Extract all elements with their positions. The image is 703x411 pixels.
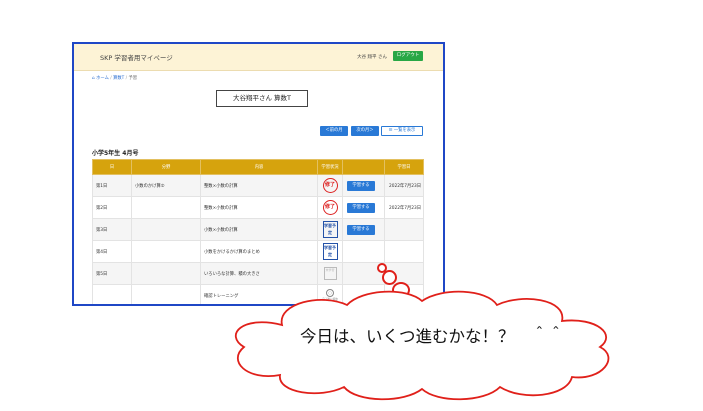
cell-content: いろいろな計算、積の大きさ — [200, 262, 318, 285]
header-date: 学習日 — [384, 159, 424, 175]
learn-button[interactable]: 学習する — [347, 180, 375, 191]
cell-action — [342, 240, 385, 263]
header-content: 内容 — [200, 159, 318, 175]
table-row: 第3日 小数×小数の計算 学習予定 学習する — [92, 218, 424, 241]
not-started-stamp-icon: 未学習 — [323, 267, 337, 280]
logout-button[interactable]: ログアウト — [393, 51, 423, 61]
cell-day: 第4日 — [92, 240, 132, 263]
planned-stamp-icon: 学習予定 — [322, 221, 338, 238]
header-status: 学習状況 — [317, 159, 343, 175]
completed-stamp-icon: 修了 — [322, 178, 338, 193]
cell-day: 第2日 — [92, 196, 132, 219]
planned-stamp-icon: 学習予定 — [322, 243, 338, 260]
cell-unit — [131, 196, 201, 219]
cell-unit — [131, 262, 201, 285]
app-title: SKP 学習者用マイページ — [100, 54, 173, 62]
cell-unit — [131, 218, 201, 241]
header-unit: 分野 — [131, 159, 201, 175]
table-row: 第4日 小数をかけるかけ算のまとめ 学習予定 — [92, 240, 424, 263]
cell-unit: 小数のかけ算② — [131, 174, 201, 197]
breadcrumb: ⌂ ホーム / 算数T / 予習 — [92, 75, 137, 81]
breadcrumb-separator: / — [125, 76, 128, 81]
cell-day: 第1日 — [92, 174, 132, 197]
learn-button[interactable]: 学習する — [347, 224, 375, 235]
learn-button[interactable]: 学習する — [347, 202, 375, 213]
cell-day: 第5日 — [92, 262, 132, 285]
cell-unit — [131, 240, 201, 263]
cell-content: 整数×小数の計算 — [200, 196, 318, 219]
completed-stamp-icon: 修了 — [322, 200, 338, 215]
bubble-message: 今日は、いくつ進むかな！？ ＾＾ — [300, 327, 564, 346]
schedule-table: 日 分野 内容 学習状況 学習日 第1日 小数のかけ算② 整数×小数の計算 修了… — [92, 159, 424, 304]
cell-day: 第3日 — [92, 218, 132, 241]
cell-content: 整数×小数の計算 — [200, 174, 318, 197]
user-name: 大谷 翔平 さん — [357, 55, 387, 60]
screenshot-frame: SKP 学習者用マイページ 大谷 翔平 さん ログアウト ⌂ ホーム / 算数T… — [72, 42, 445, 306]
breadcrumb-home[interactable]: ホーム — [96, 76, 109, 81]
cell-date — [384, 218, 424, 241]
table-row: 第2日 整数×小数の計算 修了 学習する 2022年7月23日 — [92, 196, 424, 219]
page-title: 大谷翔平さん 算数T — [216, 90, 308, 107]
month-title: 小学5年生 4月号 — [92, 150, 139, 157]
top-bar: SKP 学習者用マイページ 大谷 翔平 さん ログアウト — [74, 44, 443, 71]
header-day: 日 — [92, 159, 132, 175]
cell-date: 2022年7月23日 — [384, 196, 424, 219]
cell-content: 小数をかけるかけ算のまとめ — [200, 240, 318, 263]
table-row: 第5日 いろいろな計算、積の大きさ 未学習 — [92, 262, 424, 285]
table-row: 第1日 小数のかけ算② 整数×小数の計算 修了 学習する 2022年7月23日 — [92, 174, 424, 197]
cell-content: 小数×小数の計算 — [200, 218, 318, 241]
prev-month-button[interactable]: ＜前の月 — [320, 126, 348, 136]
breadcrumb-current: 予習 — [128, 76, 138, 81]
table-header-row: 日 分野 内容 学習状況 学習日 — [92, 159, 424, 175]
breadcrumb-separator: / — [110, 76, 112, 81]
cell-date: 2022年7月23日 — [384, 174, 424, 197]
header-action — [342, 159, 385, 175]
next-month-button[interactable]: 次の月＞ — [351, 126, 379, 136]
breadcrumb-subject[interactable]: 算数T — [113, 76, 124, 81]
cell-unit — [131, 284, 201, 304]
show-list-button[interactable]: ☰ 一覧を表示 — [381, 126, 423, 136]
cell-date — [384, 240, 424, 263]
cell-day — [92, 284, 132, 304]
home-icon[interactable]: ⌂ — [92, 76, 95, 81]
